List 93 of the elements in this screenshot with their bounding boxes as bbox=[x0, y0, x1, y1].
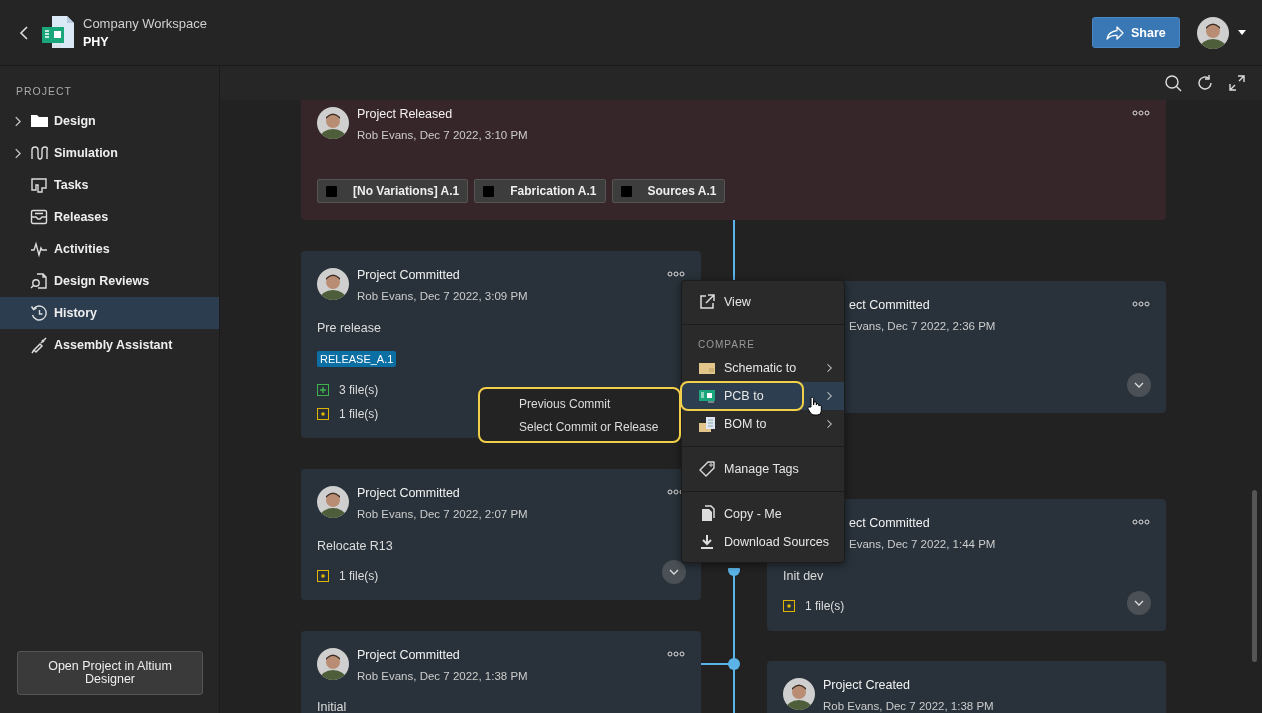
tray-icon bbox=[30, 208, 48, 226]
artifact-chip[interactable]: Fabrication A.1 bbox=[474, 179, 606, 203]
more-icon[interactable] bbox=[1132, 110, 1150, 116]
event-title: Project Committed bbox=[357, 486, 461, 500]
sidebar-item[interactable]: Design bbox=[0, 105, 219, 137]
timeline-line bbox=[733, 220, 735, 280]
menu-item[interactable]: Download Sources bbox=[682, 528, 844, 556]
release-tag: RELEASE_A.1 bbox=[317, 351, 397, 367]
more-icon[interactable] bbox=[667, 271, 685, 277]
menu-section-heading: COMPARE bbox=[697, 338, 756, 352]
tag-icon bbox=[698, 460, 716, 478]
share-button[interactable]: Share bbox=[1092, 17, 1180, 48]
menu-item[interactable]: Schematic to bbox=[682, 354, 844, 382]
sidebar-item[interactable]: Tasks bbox=[0, 169, 219, 201]
pulse-icon bbox=[30, 240, 48, 258]
caret-icon[interactable] bbox=[1238, 30, 1246, 35]
commit-message: Pre release bbox=[317, 321, 382, 335]
file-count: 1 file(s) bbox=[339, 407, 379, 421]
user-avatar[interactable] bbox=[1197, 16, 1229, 49]
bom-icon bbox=[698, 415, 716, 433]
event-meta: Rob Evans, Dec 7 2022, 3:10 PM bbox=[357, 128, 528, 142]
section-heading: PROJECT bbox=[15, 85, 73, 97]
menu-item[interactable]: PCB to bbox=[682, 382, 844, 410]
commit-message: Initial bbox=[317, 700, 348, 713]
event-meta: Rob Evans, Dec 7 2022, 2:07 PM bbox=[357, 507, 528, 521]
menu-item[interactable]: Manage Tags bbox=[682, 455, 844, 483]
submenu-item[interactable]: Select Commit or Release bbox=[519, 419, 679, 434]
event-title: ect Committed bbox=[849, 298, 931, 312]
chevron-icon[interactable] bbox=[14, 147, 21, 159]
artifact-chip[interactable]: [No Variations] A.1 bbox=[317, 179, 469, 203]
pcb-document-icon bbox=[40, 14, 76, 51]
share-icon bbox=[1105, 24, 1125, 41]
square-icon bbox=[620, 185, 632, 197]
history-icon bbox=[30, 304, 48, 322]
event-title: Project Committed bbox=[357, 648, 461, 662]
event-meta: Rob Evans, Dec 7 2022, 1:38 PM bbox=[357, 669, 528, 683]
file-modified-icon bbox=[317, 570, 329, 582]
event-title: Project Released bbox=[357, 107, 454, 121]
file-count: 1 file(s) bbox=[339, 569, 379, 583]
menu-item[interactable]: BOM to bbox=[682, 410, 844, 438]
sidebar-item[interactable]: Activities bbox=[0, 233, 219, 265]
commit-message: Relocate R13 bbox=[317, 539, 394, 553]
event-meta: Evans, Dec 7 2022, 2:36 PM bbox=[849, 319, 996, 333]
square-icon bbox=[483, 185, 495, 197]
circuit-board-icon bbox=[698, 387, 716, 405]
download-icon bbox=[698, 533, 716, 551]
file-count: 3 file(s) bbox=[339, 383, 379, 397]
file-count: 1 file(s) bbox=[805, 599, 845, 613]
commit-message: Init dev bbox=[783, 569, 825, 583]
event-meta: Rob Evans, Dec 7 2022, 1:38 PM bbox=[823, 699, 994, 713]
menu-item[interactable]: View bbox=[682, 288, 844, 316]
sidebar-item[interactable]: Simulation bbox=[0, 137, 219, 169]
chevron-down-icon bbox=[1134, 600, 1144, 606]
back-icon[interactable] bbox=[18, 24, 30, 41]
hand-cursor-icon bbox=[806, 396, 822, 416]
event-meta: Evans, Dec 7 2022, 1:44 PM bbox=[849, 537, 996, 551]
event-title: Project Committed bbox=[357, 268, 461, 282]
submenu-item[interactable]: Previous Commit bbox=[519, 396, 679, 411]
more-icon[interactable] bbox=[1132, 301, 1150, 307]
project-name: PHY bbox=[83, 35, 110, 49]
chevron-down-icon bbox=[1134, 382, 1144, 388]
expand-button[interactable] bbox=[662, 560, 686, 584]
probe-icon bbox=[30, 336, 48, 354]
document-search-icon bbox=[30, 272, 48, 290]
event-title: ect Committed bbox=[849, 516, 931, 530]
sidebar-item[interactable]: Design Reviews bbox=[0, 265, 219, 297]
chevron-icon[interactable] bbox=[14, 115, 21, 127]
event-meta: Rob Evans, Dec 7 2022, 3:09 PM bbox=[357, 289, 528, 303]
sidebar-item[interactable]: Releases bbox=[0, 201, 219, 233]
external-link-icon bbox=[698, 293, 716, 311]
folder-icon bbox=[30, 112, 48, 130]
file-added-icon bbox=[317, 384, 329, 396]
wave-icon bbox=[30, 144, 48, 162]
sidebar-item[interactable]: History bbox=[0, 297, 219, 329]
more-icon[interactable] bbox=[667, 651, 685, 657]
file-modified-icon bbox=[317, 408, 329, 420]
board-icon bbox=[30, 176, 48, 194]
event-title: Project Created bbox=[823, 678, 911, 692]
search-icon[interactable] bbox=[1164, 74, 1182, 92]
expand-icon[interactable] bbox=[1228, 74, 1246, 92]
chevron-down-icon bbox=[669, 569, 679, 575]
open-in-designer-button[interactable]: Open Project in Altium Designer bbox=[17, 651, 203, 695]
file-modified-icon bbox=[783, 600, 795, 612]
workspace-name: Company Workspace bbox=[83, 16, 208, 31]
artifact-chip[interactable]: Sources A.1 bbox=[611, 179, 726, 203]
expand-button[interactable] bbox=[1127, 591, 1151, 615]
scrollbar[interactable] bbox=[1252, 490, 1257, 662]
sidebar-item[interactable]: Assembly Assistant bbox=[0, 329, 219, 361]
expand-button[interactable] bbox=[1127, 373, 1151, 397]
square-icon bbox=[326, 185, 337, 197]
more-icon[interactable] bbox=[1132, 519, 1150, 525]
refresh-icon[interactable] bbox=[1196, 74, 1214, 92]
menu-item[interactable]: Copy - Me bbox=[682, 500, 844, 528]
